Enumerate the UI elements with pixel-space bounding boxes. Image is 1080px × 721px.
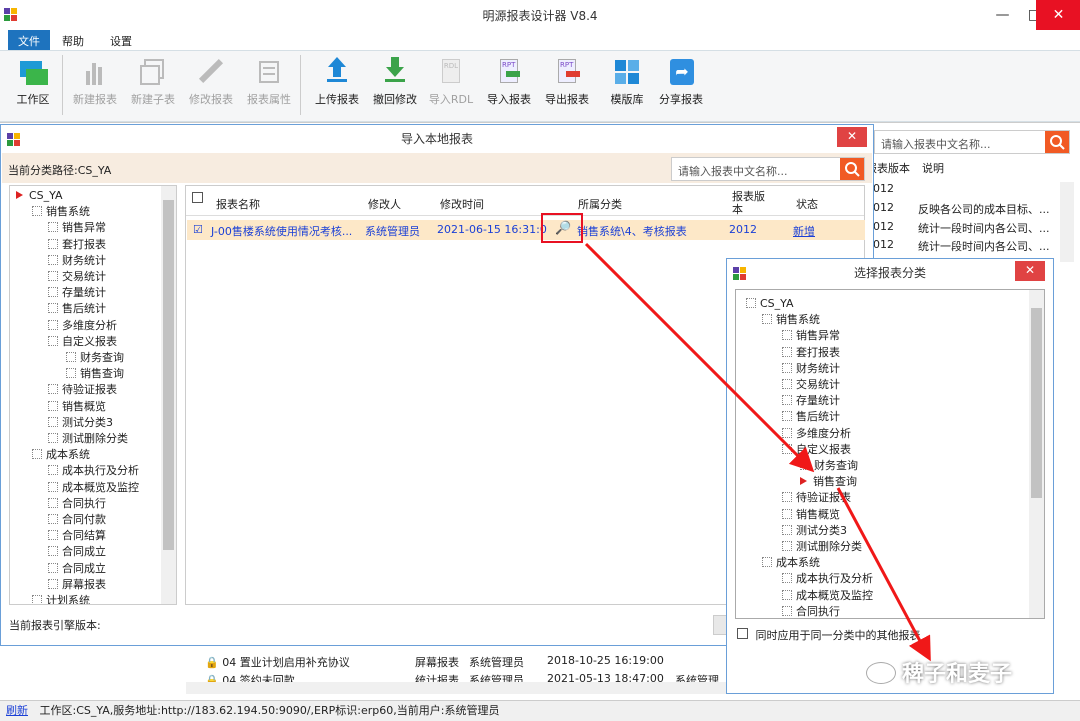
annotation-arrows xyxy=(584,242,931,662)
refresh-link[interactable]: 刷新 xyxy=(6,704,28,717)
arrow-line xyxy=(584,242,815,473)
arrow-line xyxy=(836,487,931,662)
status-info: 工作区:CS_YA,服务地址:http://183.62.194.50:9090… xyxy=(39,704,500,717)
status-bar: 刷新 工作区:CS_YA,服务地址:http://183.62.194.50:9… xyxy=(0,700,1080,720)
watermark: 稗子和麦子 xyxy=(866,656,1012,688)
wechat-icon xyxy=(866,662,896,684)
watermark-text: 稗子和麦子 xyxy=(902,662,1013,687)
